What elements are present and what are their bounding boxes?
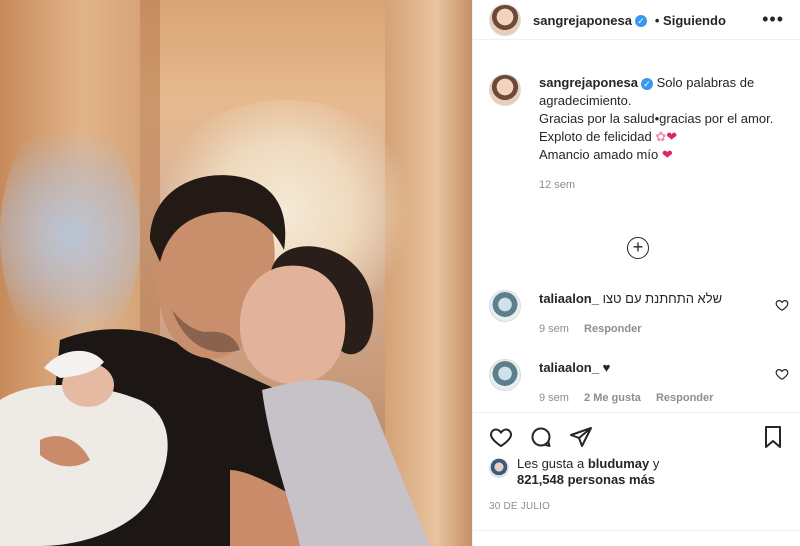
comment-username[interactable]: taliaalon_ <box>539 360 599 375</box>
caption-text: sangrejaponesa ✓ Solo palabras de agradec… <box>539 74 789 194</box>
comment-username[interactable]: taliaalon_ <box>539 291 599 306</box>
share-icon[interactable] <box>569 425 593 449</box>
heart-outline-icon[interactable] <box>775 367 789 381</box>
comment-text: שלא התחתנת עם טצו <box>602 291 723 306</box>
post-side-panel: sangrejaponesa ✓ • Siguiendo ••• sangreja… <box>472 0 800 546</box>
caption-avatar[interactable] <box>489 74 521 106</box>
comment-meta: 9 sem Responder <box>539 320 789 338</box>
likes-mid: y <box>652 456 660 471</box>
heart-outline-icon[interactable] <box>775 298 789 312</box>
caption-timestamp[interactable]: 12 sem <box>539 176 789 194</box>
comment-body: taliaalon_ שלא התחתנת עם טצו 9 sem Respo… <box>539 290 789 338</box>
flower-emoji-icon: ✿ <box>655 129 667 144</box>
heart-emoji-icon: ❤ <box>666 129 678 144</box>
comment-meta: 9 sem 2 Me gusta Responder <box>539 389 789 407</box>
people-illustration <box>0 175 430 546</box>
comment-time[interactable]: 9 sem <box>539 323 569 335</box>
comment-icon[interactable] <box>529 425 553 449</box>
verified-icon: ✓ <box>641 77 653 90</box>
follow-status[interactable]: • Siguiendo <box>655 13 726 28</box>
post-header: sangrejaponesa ✓ • Siguiendo ••• <box>473 0 800 40</box>
post-date[interactable]: 30 DE JULIO <box>489 501 550 512</box>
caption-line-2: Gracias por la salud•gracias por el amor… <box>539 111 774 126</box>
comment-item: taliaalon_ ♥ 9 sem 2 Me gusta Responder <box>489 359 789 407</box>
reply-button[interactable]: Responder <box>584 323 641 335</box>
post-photo <box>0 0 472 546</box>
comment-time[interactable]: 9 sem <box>539 392 569 404</box>
liker-avatar[interactable] <box>489 458 509 478</box>
likes-count[interactable]: 821,548 personas más <box>517 472 655 487</box>
comment-text: ♥ <box>602 360 611 375</box>
comment-body: taliaalon_ ♥ 9 sem 2 Me gusta Responder <box>539 359 789 407</box>
plus-circle-icon[interactable]: + <box>627 237 649 259</box>
header-username[interactable]: sangrejaponesa <box>533 13 632 28</box>
likes-prefix: Les gusta a <box>517 456 585 471</box>
likes-text: Les gusta a bludumay y 821,548 personas … <box>517 456 659 488</box>
post-caption: sangrejaponesa ✓ Solo palabras de agradec… <box>489 74 789 194</box>
add-comment-bar <box>473 530 800 546</box>
heart-emoji-icon: ❤ <box>661 147 673 162</box>
avatar[interactable] <box>489 3 521 36</box>
comment-item: taliaalon_ שלא התחתנת עם טצו 9 sem Respo… <box>489 290 789 338</box>
caption-username[interactable]: sangrejaponesa <box>539 75 638 90</box>
bookmark-icon[interactable] <box>761 425 785 449</box>
post-action-bar <box>473 412 800 456</box>
reply-button[interactable]: Responder <box>656 392 713 404</box>
likes-summary: Les gusta a bludumay y 821,548 personas … <box>489 456 659 488</box>
more-horizontal-icon[interactable]: ••• <box>762 9 784 30</box>
heart-icon[interactable] <box>489 425 513 449</box>
liker-username[interactable]: bludumay <box>588 456 649 471</box>
caption-line-3: Exploto de felicidad <box>539 129 652 144</box>
commenter-avatar[interactable] <box>489 290 521 322</box>
verified-icon: ✓ <box>635 14 647 27</box>
comment-likes-count[interactable]: 2 Me gusta <box>584 392 641 404</box>
caption-line-4: Amancio amado mío <box>539 147 659 162</box>
header-user: sangrejaponesa ✓ • Siguiendo <box>533 12 726 28</box>
commenter-avatar[interactable] <box>489 359 521 391</box>
